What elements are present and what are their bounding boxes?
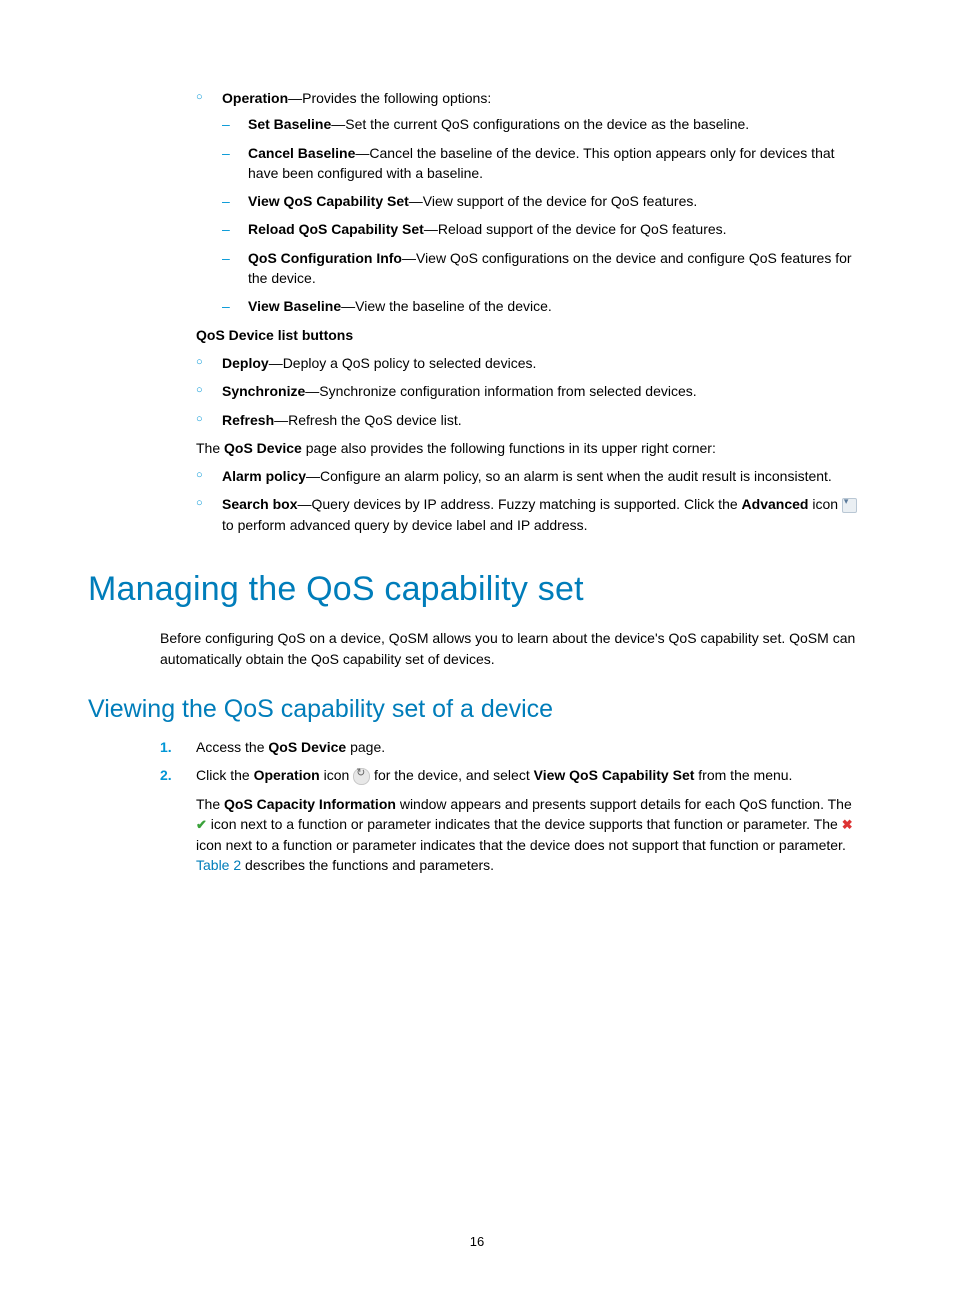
operation-item: Operation—Provides the following options…: [196, 88, 866, 317]
option-set-baseline: Set Baseline—Set the current QoS configu…: [222, 114, 866, 134]
corner-search-box: Search box—Query devices by IP address. …: [196, 494, 866, 535]
corner-alarm-policy: Alarm policy—Configure an alarm policy, …: [196, 466, 866, 486]
section-intro: Before configuring QoS on a device, QoSM…: [160, 628, 866, 669]
operation-icon: [353, 768, 370, 785]
step-2-followup: The QoS Capacity Information window appe…: [196, 794, 866, 876]
step-number: 1.: [160, 737, 172, 757]
page-number: 16: [0, 1233, 954, 1252]
button-refresh: Refresh—Refresh the QoS device list.: [196, 410, 866, 430]
button-deploy: Deploy—Deploy a QoS policy to selected d…: [196, 353, 866, 373]
subsection-heading: Viewing the QoS capability set of a devi…: [88, 691, 866, 727]
option-view-baseline: View Baseline—View the baseline of the d…: [222, 296, 866, 316]
section-heading: Managing the QoS capability set: [88, 565, 866, 614]
step-number: 2.: [160, 765, 172, 785]
step-2: 2. Click the Operation icon for the devi…: [160, 765, 866, 875]
operation-desc: —Provides the following options:: [288, 90, 491, 106]
advanced-icon: [842, 498, 857, 513]
operation-section: Operation—Provides the following options…: [196, 88, 866, 535]
page-note: The QoS Device page also provides the fo…: [196, 438, 866, 458]
table-2-link[interactable]: Table 2: [196, 857, 241, 873]
button-synchronize: Synchronize—Synchronize configuration in…: [196, 381, 866, 401]
check-icon: ✔: [196, 817, 207, 832]
option-view-qos-cap: View QoS Capability Set—View support of …: [222, 191, 866, 211]
option-reload-qos-cap: Reload QoS Capability Set—Reload support…: [222, 219, 866, 239]
page-container: Operation—Provides the following options…: [0, 0, 954, 1296]
option-qos-config-info: QoS Configuration Info—View QoS configur…: [222, 248, 866, 289]
cross-icon: ✖: [842, 817, 853, 832]
operation-label: Operation: [222, 90, 288, 106]
buttons-heading: QoS Device list buttons: [196, 325, 866, 345]
step-1: 1. Access the QoS Device page.: [160, 737, 866, 757]
option-cancel-baseline: Cancel Baseline—Cancel the baseline of t…: [222, 143, 866, 184]
